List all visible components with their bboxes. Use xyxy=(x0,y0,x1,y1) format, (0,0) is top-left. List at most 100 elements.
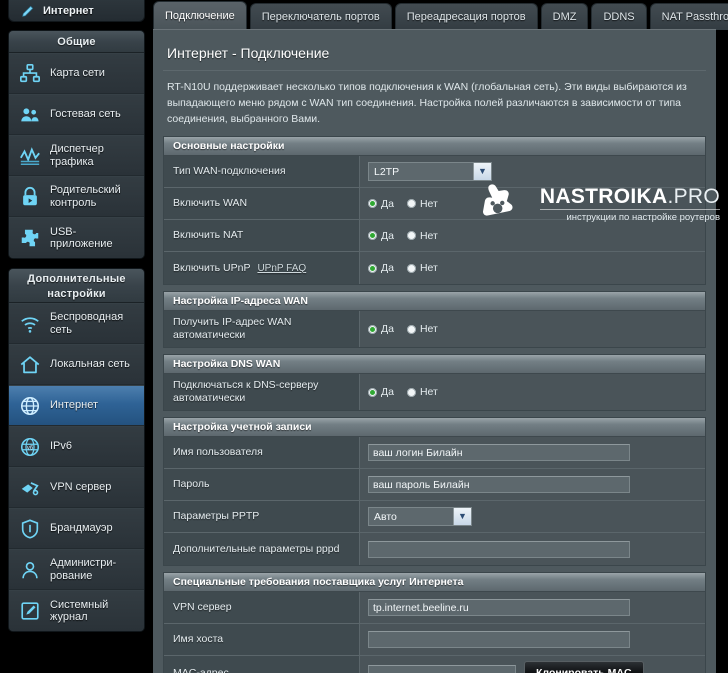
sidebar-item-internet[interactable]: Интернет xyxy=(9,385,144,426)
guest-network-icon xyxy=(17,102,43,128)
settings-panel: Интернет - Подключение RT-N10U поддержив… xyxy=(153,29,716,673)
section-basic-settings: Основные настройки Тип WAN-подключения L… xyxy=(163,136,706,285)
auto-dns-no-radio[interactable]: Нет xyxy=(406,386,438,398)
auto-wan-ip-yes-radio[interactable]: Да xyxy=(368,323,394,335)
sidebar-item-system-log[interactable]: Системный журнал xyxy=(9,590,144,631)
sidebar-item-ipv6[interactable]: v6 IPv6 xyxy=(9,426,144,467)
sidebar-item-parental-control[interactable]: Родительский контроль xyxy=(9,176,144,217)
row-label-text: Подключаться к DNS-серверу автоматически xyxy=(173,379,319,404)
sidebar: Интернет Общие Карта сети Гостевая сеть … xyxy=(0,0,153,673)
row-label: Включить UPnP UPnP FAQ xyxy=(164,252,360,284)
sidebar-item-label: Гостевая сеть xyxy=(50,108,121,121)
wan-type-select[interactable]: L2TP xyxy=(368,162,492,182)
sidebar-item-label: Диспетчер трафика xyxy=(50,143,104,168)
sidebar-item-label: IPv6 xyxy=(50,440,73,453)
home-lan-icon xyxy=(17,352,43,378)
sidebar-item-label: Локальная сеть xyxy=(50,358,130,371)
radio-dot-icon xyxy=(406,263,416,273)
radio-label: Нет xyxy=(419,262,438,274)
row-enable-upnp: Включить UPnP UPnP FAQ Да Нет xyxy=(164,252,705,284)
page-description: RT-N10U поддерживает несколько типов под… xyxy=(163,70,706,136)
radio-dot-icon xyxy=(368,387,377,397)
enable-upnp-radio-group: Да Нет xyxy=(368,262,438,274)
sidebar-group-general: Общие Карта сети Гостевая сеть Диспетчер… xyxy=(8,30,145,259)
row-host-name: Имя хоста xyxy=(164,624,705,656)
sidebar-item-vpn-server[interactable]: VPN сервер xyxy=(9,467,144,508)
vpn-server-input[interactable] xyxy=(368,599,630,616)
row-pppd-extra: Дополнительные параметры pppd xyxy=(164,533,705,565)
enable-upnp-yes-radio[interactable]: Да xyxy=(368,262,394,274)
sidebar-group-title: Дополнительные настройки xyxy=(9,269,144,303)
radio-label: Да xyxy=(381,386,394,398)
page-title: Интернет - Подключение xyxy=(167,45,330,61)
row-username: Имя пользователя xyxy=(164,437,705,469)
host-name-input[interactable] xyxy=(368,631,630,648)
row-label: Пароль xyxy=(164,469,360,500)
row-label-text: Получить IP-адрес WAN автоматически xyxy=(173,316,292,341)
sidebar-item-guest-network[interactable]: Гостевая сеть xyxy=(9,94,144,135)
sidebar-item-firewall[interactable]: Брандмауэр xyxy=(9,508,144,549)
network-map-icon xyxy=(17,61,43,87)
username-input[interactable] xyxy=(368,444,630,461)
radio-label: Нет xyxy=(419,323,438,335)
sidebar-item-wireless[interactable]: Беспроводная сеть xyxy=(9,303,144,344)
tab-port-trigger[interactable]: Переключатель портов xyxy=(249,3,392,30)
section-isp-special-requirements: Специальные требования поставщика услуг … xyxy=(163,572,706,673)
usb-application-puzzle-icon xyxy=(17,225,43,251)
row-label: Включить WAN xyxy=(164,188,360,219)
tab-bar: Подключение Переключатель портов Переадр… xyxy=(153,0,728,30)
sidebar-item-label: Родительский контроль xyxy=(50,184,121,209)
upnp-faq-link[interactable]: UPnP FAQ xyxy=(257,262,306,275)
section-wan-dns-settings: Настройка DNS WAN Подключаться к DNS-сер… xyxy=(163,354,706,411)
traffic-manager-icon xyxy=(17,143,43,169)
mac-address-input[interactable] xyxy=(368,664,516,673)
password-input[interactable] xyxy=(368,476,630,493)
clone-mac-button[interactable]: Клонировать MAC xyxy=(524,661,644,673)
globe-internet-icon xyxy=(17,393,43,419)
sidebar-item-administration[interactable]: Администри-рование xyxy=(9,549,144,590)
auto-wan-ip-no-radio[interactable]: Нет xyxy=(406,323,438,335)
row-label-text: Тип WAN-подключения xyxy=(173,165,286,177)
wifi-icon xyxy=(17,311,43,337)
sidebar-item-network-map[interactable]: Карта сети xyxy=(9,53,144,94)
tab-ddns[interactable]: DDNS xyxy=(591,3,647,30)
radio-dot-icon xyxy=(368,199,377,208)
pencil-icon xyxy=(19,3,37,19)
row-label-text: Включить UPnP xyxy=(173,261,251,274)
row-wan-type: Тип WAN-подключения L2TP ▼ xyxy=(164,156,705,188)
row-pptp-options: Параметры PPTP Авто ▼ xyxy=(164,501,705,533)
sidebar-item-internet-top-stub[interactable]: Интернет xyxy=(8,0,145,22)
row-label: Имя хоста xyxy=(164,624,360,655)
sidebar-item-label: Администри-рование xyxy=(50,557,117,582)
row-label: Получить IP-адрес WAN автоматически xyxy=(164,311,360,347)
administration-user-icon xyxy=(17,557,43,583)
row-enable-wan: Включить WAN Да Нет xyxy=(164,188,705,220)
row-label-text: VPN сервер xyxy=(173,601,232,613)
enable-wan-no-radio[interactable]: Нет xyxy=(406,198,438,210)
row-auto-wan-ip: Получить IP-адрес WAN автоматически Да Н… xyxy=(164,311,705,347)
row-enable-nat: Включить NAT Да Нет xyxy=(164,220,705,252)
tab-dmz[interactable]: DMZ xyxy=(540,3,589,30)
wan-type-select-wrapper: L2TP ▼ xyxy=(368,162,492,182)
ipv6-globe-icon: v6 xyxy=(17,434,43,460)
pptp-options-select[interactable]: Авто xyxy=(368,507,472,527)
svg-text:v6: v6 xyxy=(27,445,34,451)
tab-port-forwarding[interactable]: Переадресация портов xyxy=(394,3,538,30)
enable-nat-no-radio[interactable]: Нет xyxy=(406,230,438,242)
sidebar-group-advanced: Дополнительные настройки Беспроводная се… xyxy=(8,268,145,632)
pppd-extra-input[interactable] xyxy=(368,540,630,558)
sidebar-item-label: VPN сервер xyxy=(50,481,112,494)
enable-wan-yes-radio[interactable]: Да xyxy=(368,198,394,210)
sidebar-group-title: Общие xyxy=(9,31,144,53)
sidebar-item-usb-application[interactable]: USB-приложение xyxy=(9,217,144,258)
sidebar-item-lan[interactable]: Локальная сеть xyxy=(9,344,144,385)
tab-connection[interactable]: Подключение xyxy=(153,1,247,30)
radio-label: Да xyxy=(381,262,394,274)
sidebar-item-traffic-manager[interactable]: Диспетчер трафика xyxy=(9,135,144,176)
auto-wan-ip-radio-group: Да Нет xyxy=(368,323,438,335)
enable-nat-yes-radio[interactable]: Да xyxy=(368,230,394,242)
auto-dns-yes-radio[interactable]: Да xyxy=(368,386,394,398)
tab-nat-passthrough[interactable]: NAT Passthrough xyxy=(649,3,728,30)
enable-upnp-no-radio[interactable]: Нет xyxy=(406,262,438,274)
section-header: Настройка DNS WAN xyxy=(164,355,705,374)
